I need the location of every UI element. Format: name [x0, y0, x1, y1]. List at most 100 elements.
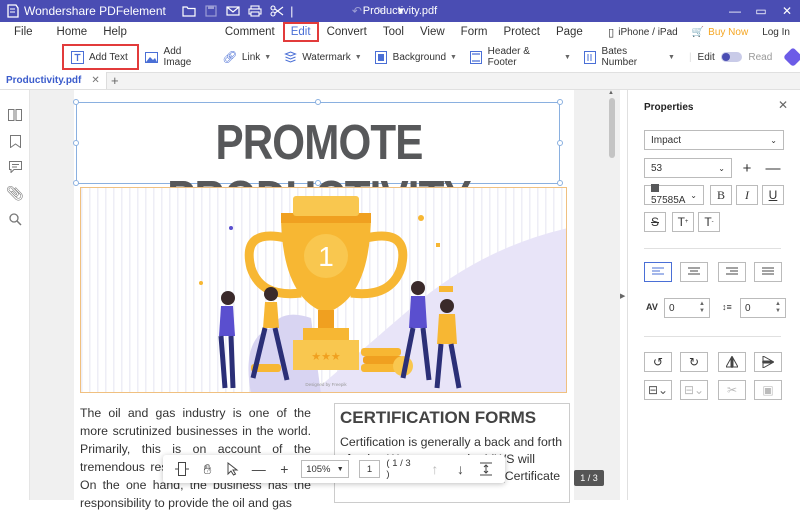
add-image-button[interactable]: Add Image — [139, 44, 217, 70]
align-justify-button[interactable] — [754, 262, 782, 282]
italic-button[interactable]: I — [736, 185, 758, 205]
increase-font-size-button[interactable]: + — [736, 158, 758, 178]
align-objects-icon[interactable]: ⊟⌄ — [644, 380, 672, 400]
comment-icon[interactable] — [0, 154, 30, 180]
buy-now-link[interactable]: 🛒 Buy Now — [692, 27, 748, 38]
resize-handle[interactable] — [315, 99, 321, 105]
align-right-button[interactable] — [718, 262, 746, 282]
bookmark-icon[interactable] — [0, 128, 30, 154]
menu-file[interactable]: File — [6, 22, 41, 42]
resize-handle[interactable] — [557, 180, 563, 186]
resize-handle[interactable] — [557, 140, 563, 146]
menu-comment[interactable]: Comment — [217, 22, 283, 42]
background-button[interactable]: Background ▼ — [368, 44, 463, 70]
menu-convert[interactable]: Convert — [319, 22, 375, 42]
save-icon[interactable] — [200, 0, 222, 22]
maximize-icon[interactable]: ▭ — [748, 0, 774, 22]
subscript-button[interactable]: T- — [698, 212, 720, 232]
color-swatch — [651, 184, 659, 192]
fit-page-icon[interactable] — [473, 457, 499, 481]
font-color-select[interactable]: 57585A ⌄ — [644, 184, 704, 206]
distribute-objects-icon[interactable]: ⊟⌄ — [680, 380, 708, 400]
search-icon[interactable] — [0, 206, 30, 232]
collapse-right-panel-icon[interactable]: ▶ — [620, 292, 625, 300]
mail-icon[interactable] — [222, 0, 244, 22]
align-center-button[interactable] — [680, 262, 708, 282]
next-page-icon[interactable]: ↓ — [448, 457, 474, 481]
bold-button[interactable]: B — [710, 185, 732, 205]
page-number-input[interactable]: 1 — [358, 460, 381, 478]
rotate-left-icon[interactable]: ↺ — [644, 352, 672, 372]
add-text-button[interactable]: Add Text — [62, 44, 139, 70]
previous-page-icon[interactable]: ↑ — [422, 457, 448, 481]
font-size-select[interactable]: 53 ⌄ — [644, 158, 732, 178]
menu-tool[interactable]: Tool — [375, 22, 412, 42]
thumbnail-icon[interactable] — [0, 102, 30, 128]
font-family-select[interactable]: Impact ⌄ — [644, 130, 784, 150]
character-spacing-input[interactable]: 0 ▲ ▼ — [664, 298, 710, 318]
close-tab-icon[interactable]: ✕ — [91, 75, 99, 86]
link-button[interactable]: 🔗︎ Link ▼ — [217, 44, 277, 70]
login-link[interactable]: Log In — [762, 27, 790, 38]
align-left-button[interactable] — [644, 262, 672, 282]
open-folder-icon[interactable] — [178, 0, 200, 22]
menu-view[interactable]: View — [412, 22, 453, 42]
heading-text-box[interactable]: PROMOTE PRODUCTIVITY — [76, 102, 560, 226]
print-icon[interactable] — [244, 0, 266, 22]
zoom-select[interactable]: 105% ▼ — [301, 460, 349, 478]
spinner-arrows-icon[interactable]: ▲ ▼ — [775, 301, 781, 315]
tab-productivity[interactable]: Productivity.pdf ✕ — [0, 72, 107, 89]
undo-icon[interactable]: ↶ — [346, 0, 368, 22]
header-footer-button[interactable]: Header & Footer ▼ — [463, 44, 577, 70]
zoom-in-icon[interactable]: + — [272, 457, 298, 481]
add-tab-icon[interactable]: + — [107, 72, 123, 89]
redo-icon[interactable]: ↷ — [368, 0, 390, 22]
zoom-out-icon[interactable]: — — [246, 457, 272, 481]
vertical-scrollbar[interactable]: ▲ — [608, 90, 616, 500]
resize-handle[interactable] — [73, 180, 79, 186]
font-color-label: 57585A — [651, 184, 690, 206]
attachment-icon[interactable]: 📎︎ — [0, 180, 30, 206]
strikethrough-button[interactable]: S — [644, 212, 666, 232]
ocr-hexagon-icon[interactable] — [783, 47, 800, 67]
resize-handle[interactable] — [73, 99, 79, 105]
trophy-illustration[interactable]: 1 ★★★ Designed by Freepik — [80, 187, 567, 393]
minimize-icon[interactable]: — — [722, 0, 748, 22]
menu-form[interactable]: Form — [453, 22, 496, 42]
scrollbar-thumb[interactable] — [609, 98, 615, 158]
flip-vertical-icon[interactable] — [718, 352, 746, 372]
scissors-icon[interactable] — [266, 0, 288, 22]
resize-handle[interactable] — [73, 140, 79, 146]
spinner-arrows-icon[interactable]: ▲ ▼ — [699, 301, 705, 315]
replace-image-icon[interactable]: ▣ — [754, 380, 782, 400]
underline-button[interactable]: U — [762, 185, 784, 205]
edit-read-toggle[interactable] — [720, 52, 743, 62]
fit-width-icon[interactable] — [169, 457, 195, 481]
decrease-font-size-button[interactable]: — — [762, 158, 784, 178]
resize-handle[interactable] — [557, 99, 563, 105]
scroll-up-icon[interactable]: ▲ — [608, 90, 614, 96]
rotate-right-icon[interactable]: ↻ — [680, 352, 708, 372]
menu-home[interactable]: Home — [49, 22, 96, 42]
select-tool-icon[interactable] — [220, 457, 246, 481]
flip-horizontal-icon[interactable] — [754, 352, 782, 372]
add-image-label: Add Image — [163, 46, 192, 68]
menu-help[interactable]: Help — [95, 22, 135, 42]
quick-access-dropdown-icon[interactable]: ▼ — [390, 0, 412, 22]
device-link[interactable]: ▯ iPhone / iPad — [608, 26, 678, 39]
menu-protect[interactable]: Protect — [496, 22, 548, 42]
hand-tool-icon[interactable]: ✋︎ — [195, 457, 221, 481]
menu-edit[interactable]: Edit — [282, 22, 319, 42]
chevron-down-icon: ⌄ — [770, 135, 777, 145]
watermark-button[interactable]: Watermark ▼ — [277, 44, 367, 70]
resize-handle[interactable] — [315, 180, 321, 186]
close-panel-icon[interactable]: ✕ — [778, 98, 788, 112]
background-label: Background — [392, 51, 447, 63]
certification-heading[interactable]: CERTIFICATION FORMS — [340, 408, 536, 428]
line-spacing-input[interactable]: 0 ▲ ▼ — [740, 298, 786, 318]
superscript-button[interactable]: T + — [672, 212, 694, 232]
crop-icon[interactable]: ✂ — [718, 380, 746, 400]
bates-number-button[interactable]: Bates Number ▼ — [577, 44, 681, 70]
menu-page[interactable]: Page — [548, 22, 591, 42]
close-window-icon[interactable]: ✕ — [774, 0, 800, 22]
